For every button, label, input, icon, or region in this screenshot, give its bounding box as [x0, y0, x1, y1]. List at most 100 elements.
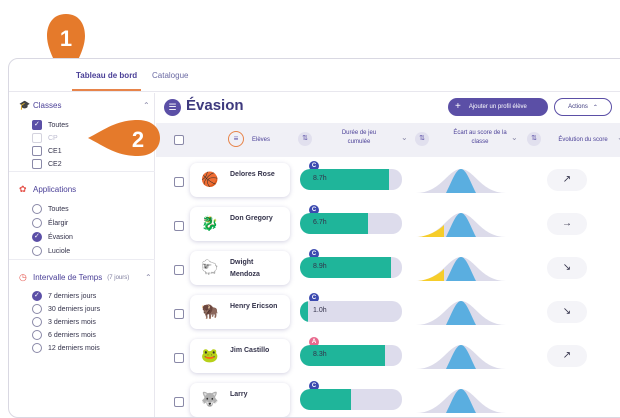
graduation-cap-icon: 🎓 [19, 100, 31, 110]
option-label: Élargir [48, 219, 69, 227]
class-option[interactable]: CE2 [32, 159, 62, 169]
radio-button[interactable] [32, 317, 42, 327]
select-all-checkbox[interactable] [174, 135, 184, 145]
score-trend-arrow-icon: ↘ [547, 257, 587, 279]
student-card[interactable]: 🐺 Larry C [190, 381, 319, 417]
option-label: 6 derniers mois [48, 331, 96, 339]
radio-button[interactable] [32, 343, 42, 353]
list-sort-icon[interactable]: ≡ [228, 131, 244, 147]
checkbox[interactable] [32, 120, 42, 130]
class-option[interactable]: CP [32, 133, 58, 143]
tab-tableau-de-bord[interactable]: Tableau de bord [71, 71, 142, 91]
student-card[interactable]: 🐉 Don Gregory C [190, 205, 319, 241]
radio-option[interactable]: 6 derniers mois [32, 330, 96, 340]
app-window: Tableau de bord Catalogue 🎓 Classes ⌃ To… [8, 58, 620, 418]
chevron-down-icon[interactable]: ⌄ [511, 133, 518, 142]
student-score-segment [418, 225, 444, 237]
playtime-bar [300, 389, 402, 410]
playtime-label: 1.0h [313, 307, 327, 314]
radio-button[interactable] [32, 291, 42, 301]
student-score-segment [418, 269, 444, 281]
marker-1-label: 1 [60, 26, 72, 51]
option-label: Luciole [48, 247, 71, 255]
filter-settings-icon[interactable]: ☰ [164, 99, 181, 116]
class-option[interactable]: Toutes [32, 120, 69, 130]
checkbox[interactable] [32, 133, 42, 143]
table-row: 🏀 Delores Rose C 8.7h ↗ [156, 159, 620, 203]
student-name: Delores Rose [230, 171, 275, 178]
row-checkbox[interactable] [174, 265, 184, 275]
radio-button[interactable] [32, 232, 42, 242]
classes-section-title[interactable]: 🎓 Classes [19, 100, 61, 111]
sort-icon[interactable]: ⇅ [415, 132, 429, 146]
radio-option[interactable]: 7 derniers jours [32, 291, 96, 301]
sort-icon[interactable]: ⇅ [298, 132, 312, 146]
option-label: CE2 [48, 160, 62, 168]
student-card[interactable]: 🏀 Delores Rose C [190, 161, 319, 197]
header-ecart[interactable]: Écart au score de la classe [438, 129, 522, 147]
radio-option[interactable]: 30 derniers jours [32, 304, 100, 314]
student-name: Henry Ericson [230, 303, 278, 310]
student-card[interactable]: 🐑 Dwight Mendoza C [190, 249, 319, 285]
playtime-label: 8.9h [313, 263, 327, 270]
radio-option[interactable]: 12 derniers mois [32, 343, 100, 353]
marker-2-label: 2 [132, 127, 144, 152]
interval-section-title[interactable]: ◷ Intervalle de Temps (7 jours) [19, 273, 130, 283]
playtime-label: 8.7h [313, 175, 327, 182]
sort-icon[interactable]: ⇅ [527, 132, 541, 146]
row-checkbox[interactable] [174, 353, 184, 363]
radio-option[interactable]: Évasion [32, 232, 73, 242]
page-title: Évasion [186, 97, 244, 114]
row-checkbox[interactable] [174, 221, 184, 231]
radio-button[interactable] [32, 304, 42, 314]
class-option[interactable]: CE1 [32, 146, 62, 156]
playtime-fill [300, 301, 309, 322]
radio-option[interactable]: Luciole [32, 246, 70, 256]
table-row: 🦬 Henry Ericson C 1.0h ↘ [156, 291, 620, 335]
row-checkbox[interactable] [174, 177, 184, 187]
playtime-label: 8.3h [313, 351, 327, 358]
playtime-bar: 8.7h [300, 169, 402, 190]
checkbox[interactable] [32, 159, 42, 169]
divider [9, 259, 155, 260]
radio-button[interactable] [32, 218, 42, 228]
chevron-down-icon[interactable]: ⌄ [401, 133, 408, 142]
option-label: 12 derniers mois [48, 344, 100, 352]
row-checkbox[interactable] [174, 397, 184, 407]
table-row: 🐑 Dwight Mendoza C 8.9h ↘ [156, 247, 620, 291]
applications-section-title[interactable]: ✿ Applications [19, 185, 76, 195]
option-label: 7 derniers jours [48, 292, 97, 300]
add-student-button[interactable]: + Ajouter un profil élève [448, 98, 548, 116]
radio-button[interactable] [32, 330, 42, 340]
score-trend-arrow-icon: ↗ [547, 345, 587, 367]
row-checkbox[interactable] [174, 309, 184, 319]
radio-option[interactable]: Toutes [32, 204, 69, 214]
main-panel: ☰ Évasion + Ajouter un profil élève Acti… [156, 93, 620, 417]
header-eleves[interactable]: Elèves [252, 136, 270, 145]
score-trend-arrow-icon: → [547, 213, 587, 235]
score-distribution-chart [416, 389, 506, 413]
interval-subtitle: (7 jours) [107, 274, 130, 281]
radio-option[interactable]: Élargir [32, 218, 68, 228]
tab-catalogue[interactable]: Catalogue [152, 71, 188, 80]
checkbox[interactable] [32, 146, 42, 156]
header-duree[interactable]: Durée de jeu cumulée [324, 129, 394, 147]
radio-option[interactable]: 3 derniers mois [32, 317, 96, 327]
option-label: Toutes [48, 121, 69, 129]
table-header: ≡ Elèves ⇅ Durée de jeu cumulée ⌄ ⇅ Écar… [156, 123, 620, 157]
chevron-up-icon[interactable]: ⌃ [143, 101, 150, 110]
actions-button[interactable]: Actions ⌃ [554, 98, 612, 116]
divider [9, 171, 155, 172]
student-avatar: 🏀 [201, 171, 219, 187]
playtime-fill [300, 213, 369, 234]
header-evolution[interactable]: Évolution du score [550, 136, 616, 145]
radio-button[interactable] [32, 246, 42, 256]
chevron-up-icon[interactable]: ⌃ [145, 273, 152, 282]
score-trend-arrow-icon: ↘ [547, 301, 587, 323]
radio-button[interactable] [32, 204, 42, 214]
score-distribution-chart [416, 257, 506, 281]
student-card[interactable]: 🦬 Henry Ericson C [190, 293, 319, 329]
table-row: 🐸 Jim Castillo A 8.3h ↗ [156, 335, 620, 379]
student-card[interactable]: 🐸 Jim Castillo A [190, 337, 319, 373]
student-name: Jim Castillo [230, 347, 270, 354]
